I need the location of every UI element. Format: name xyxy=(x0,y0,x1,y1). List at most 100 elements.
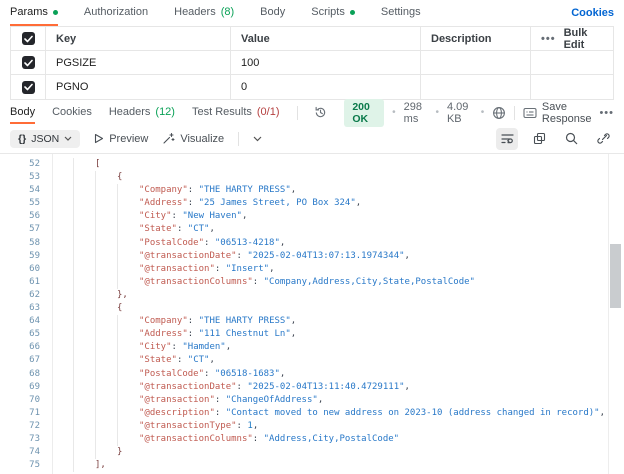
json-token-k: "State" xyxy=(139,355,177,366)
json-token-o: : xyxy=(236,250,248,261)
line-content: "Company": "THE HARTY PRESS", xyxy=(52,315,297,329)
indent-guide xyxy=(95,380,96,394)
code-line: 59 "@transactionDate": "2025-02-04T13:07:… xyxy=(0,249,624,263)
json-token-o: , xyxy=(317,394,324,405)
line-content: "Address": "111 Chestnut Ln", xyxy=(52,328,296,342)
format-label: JSON xyxy=(31,132,60,145)
save-response-button[interactable]: Save Response xyxy=(523,101,591,125)
code-line: 64 "Company": "THE HARTY PRESS", xyxy=(0,315,624,329)
json-token-s: "06513-4218" xyxy=(214,237,280,248)
indent-guide xyxy=(117,197,118,211)
param-description[interactable] xyxy=(420,51,530,74)
json-token-o: : xyxy=(252,276,264,287)
column-header-key: Key xyxy=(45,27,230,50)
response-size[interactable]: 4.09 KB xyxy=(447,101,473,125)
line-content: "PostalCode": "06513-4218", xyxy=(52,236,285,250)
request-tab-authorization[interactable]: Authorization xyxy=(84,0,148,26)
response-time[interactable]: 298 ms xyxy=(404,101,428,125)
json-token-s: "Company,Address,City,State,PostalCode" xyxy=(263,276,475,287)
indent-guide xyxy=(95,432,96,447)
param-value[interactable]: 100 xyxy=(230,51,420,74)
tab-label: Test Results xyxy=(191,105,252,118)
visualize-button[interactable]: Visualize xyxy=(162,132,224,145)
visualize-chevron-icon[interactable] xyxy=(253,136,262,142)
indent-guide xyxy=(95,406,96,420)
json-token-o: : xyxy=(214,263,226,274)
param-checkbox[interactable] xyxy=(11,51,45,74)
postman-request-panel: Params Authorization Headers (8) Body Scripts… xyxy=(0,0,624,474)
cookies-link[interactable]: Cookies xyxy=(571,7,614,19)
indent-guide xyxy=(95,184,96,198)
param-key[interactable]: PGNO xyxy=(45,75,230,99)
tab-label: Cookies xyxy=(52,105,92,118)
param-key[interactable]: PGSIZE xyxy=(45,51,230,74)
indent-guide xyxy=(73,184,74,198)
indent-guide xyxy=(73,223,74,237)
json-token-s: "Address,City,PostalCode" xyxy=(263,433,400,444)
param-value[interactable]: 0 xyxy=(230,75,420,99)
json-token-o: , xyxy=(279,368,286,379)
code-line: 61 "@transactionColumns": "Company,Addres… xyxy=(0,275,624,289)
response-tab-body[interactable]: Body xyxy=(10,101,36,124)
json-token-o: , xyxy=(290,316,297,327)
response-more-menu-icon[interactable]: ••• xyxy=(599,107,614,119)
line-content: "City": "Hamden", xyxy=(52,341,231,355)
status-badge[interactable]: 200 OK xyxy=(344,98,385,127)
request-tab-settings[interactable]: Settings xyxy=(381,0,421,26)
code-line: 71 "@description": "Contact moved to new … xyxy=(0,406,624,420)
json-token-o: : xyxy=(187,316,199,327)
request-tab-scripts[interactable]: Scripts xyxy=(311,0,355,26)
code-line: 60 "@transaction": "Insert", xyxy=(0,262,624,276)
code-line: 69 "@transactionDate": "2025-02-04T13:11:… xyxy=(0,380,624,394)
globe-icon[interactable] xyxy=(492,106,506,120)
param-checkbox[interactable] xyxy=(11,75,45,99)
line-content: "@transactionType": 1, xyxy=(52,419,258,433)
json-token-b: } xyxy=(117,447,123,458)
more-options-icon[interactable]: ••• xyxy=(541,33,556,45)
line-content: "State": "CT", xyxy=(52,354,215,368)
indent-guide xyxy=(95,197,96,211)
indent-guide xyxy=(73,432,74,447)
code-line: 55 "Address": "25 James Street, PO Box 32… xyxy=(0,197,624,211)
json-token-k: "@transactionDate" xyxy=(139,381,237,392)
link-button[interactable] xyxy=(592,128,614,150)
response-body-json-viewer[interactable]: 52 [53 {54 "Company": "THE HARTY PRESS", 55 "… xyxy=(0,154,624,474)
visualize-label: Visualize xyxy=(180,132,225,145)
indent-guide xyxy=(73,302,74,316)
indent-guide xyxy=(73,341,74,355)
indent-guide xyxy=(117,341,118,355)
indent-guide xyxy=(73,459,74,473)
indent-guide xyxy=(73,419,74,433)
green-dot-icon xyxy=(52,9,58,15)
line-number: 72 xyxy=(29,420,40,431)
select-all-checkbox[interactable] xyxy=(11,27,45,50)
indent-guide xyxy=(95,328,96,342)
checkbox-checked-icon xyxy=(21,80,35,94)
line-content: "Address": "25 James Street, PO Box 324"… xyxy=(52,197,361,211)
indent-guide xyxy=(117,328,118,342)
bulk-edit-button[interactable]: Bulk Edit xyxy=(564,27,603,51)
response-tab-headers[interactable]: Headers (12) xyxy=(109,101,175,124)
response-tab-test-results[interactable]: Test Results (0/1) xyxy=(192,101,280,124)
copy-button[interactable] xyxy=(528,128,550,150)
param-description[interactable] xyxy=(420,75,530,99)
json-token-o: : xyxy=(252,433,264,444)
preview-button[interactable]: Preview xyxy=(94,133,148,145)
json-token-o: : xyxy=(176,224,188,235)
request-tab-body[interactable]: Body xyxy=(260,0,285,26)
format-dropdown[interactable]: {} JSON xyxy=(10,129,81,148)
request-tab-params[interactable]: Params xyxy=(10,0,58,26)
line-number: 56 xyxy=(29,211,40,222)
wrap-text-button[interactable] xyxy=(496,127,518,150)
response-tab-cookies[interactable]: Cookies xyxy=(52,101,92,124)
scrollbar-thumb[interactable] xyxy=(610,244,621,308)
history-icon[interactable] xyxy=(314,106,327,119)
code-line: 74} xyxy=(0,446,624,460)
request-tab-headers[interactable]: Headers (8) xyxy=(174,0,234,26)
line-number: 59 xyxy=(29,250,40,261)
line-content: "@transactionColumns": "Company,Address,… xyxy=(52,275,475,289)
param-actions[interactable] xyxy=(530,51,613,74)
param-actions[interactable] xyxy=(530,75,613,99)
indent-guide xyxy=(73,288,74,303)
search-button[interactable] xyxy=(560,128,582,150)
